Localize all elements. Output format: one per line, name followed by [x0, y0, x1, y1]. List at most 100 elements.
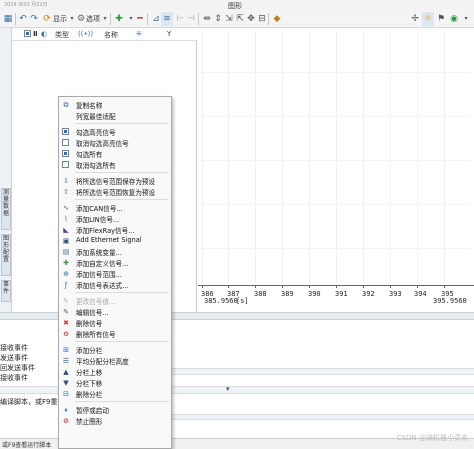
- redo-icon[interactable]: ↷: [28, 12, 40, 26]
- grid-line: [202, 32, 203, 283]
- menu-item-restore-preset[interactable]: ⇧ 将所选信号范围恢复为预设: [59, 186, 171, 197]
- menu-item-delete-signal[interactable]: ✖ 删除信号: [59, 317, 171, 328]
- ethernet-icon: ▣: [62, 237, 70, 245]
- menu-item-delete-column[interactable]: ⊟ 删除分栏: [59, 388, 171, 399]
- menu-item-add-lin-signal[interactable]: ⌇ 添加LIN信号...: [59, 213, 171, 224]
- menu-item-delete-all-signals[interactable]: ⊖ 删除所有信号: [59, 328, 171, 339]
- menu-item-label: 分栏上移: [76, 369, 103, 377]
- chevron-down-icon[interactable]: ▾: [226, 385, 230, 393]
- menu-item-move-column-up[interactable]: ▲ 分栏上移: [59, 366, 171, 377]
- menu-separator: [75, 172, 169, 173]
- menu-item-fit-columns[interactable]: 列宽最佳适配: [59, 110, 171, 121]
- toolbar: ▦ ↶ ↷ ⟳ 显示 ▾ ⚙ 选项 ▾ ✚ ▾ ━ ⊿ ≋ ⊢ ⊣ ⇹ ⇕ ⇲ …: [0, 10, 474, 28]
- chart-area[interactable]: [198, 28, 474, 312]
- x-tick-mark: [336, 285, 337, 288]
- menu-item-move-column-down[interactable]: ▼ 分栏下移: [59, 377, 171, 388]
- measure-icon[interactable]: ⊟: [256, 12, 268, 26]
- menu-item-check-all[interactable]: 勾选所有: [59, 148, 171, 159]
- status-text: 或F9查看运行脚本: [2, 442, 52, 449]
- add-icon[interactable]: ✚: [113, 12, 125, 26]
- event-item[interactable]: 发送事件: [0, 353, 28, 363]
- checkbox-unchecked-icon: [62, 161, 69, 168]
- event-item[interactable]: 回发送事件: [0, 363, 35, 373]
- restore-preset-icon: ⇧: [63, 188, 69, 196]
- menu-separator: [75, 199, 169, 200]
- menu-item-save-preset[interactable]: ⇩ 将所选信号范围保存为预设: [59, 175, 171, 186]
- node-icon: ⁜: [136, 30, 142, 38]
- options-menu-button[interactable]: 选项: [86, 12, 100, 26]
- multi-axis-icon[interactable]: ≋: [161, 12, 173, 26]
- menu-item-disable-graph[interactable]: ⊘ 禁止图形: [59, 415, 171, 426]
- menu-item-label: 禁止图形: [76, 418, 103, 426]
- grid-line: [444, 32, 445, 283]
- scroll-strip[interactable]: [172, 414, 474, 420]
- tab-graph-config[interactable]: 图形配置: [1, 234, 11, 276]
- chevron-down-icon[interactable]: ▾: [460, 12, 472, 26]
- menu-item-label: Add Ethernet Signal: [76, 236, 142, 244]
- menu-item-distribute-columns[interactable]: ☰ 平均分配分栏高度: [59, 355, 171, 366]
- x-tick-mark: [417, 285, 418, 288]
- menu-item-add-signal-expression[interactable]: ƒ 添加信号表达式...: [59, 279, 171, 290]
- event-item[interactable]: 接收事件: [0, 343, 28, 353]
- menu-item-add-can-signal[interactable]: ∿ 添加CAN信号...: [59, 202, 171, 213]
- x-tick-mark: [202, 285, 203, 288]
- menu-item-add-ethernet-signal[interactable]: ▣ Add Ethernet Signal: [59, 235, 171, 246]
- crosshair-icon[interactable]: ✢: [409, 12, 421, 26]
- scroll-strip[interactable]: [172, 368, 474, 375]
- menu-item-add-flexray-signal[interactable]: ◣ 添加FlexRay信号...: [59, 224, 171, 235]
- menu-item-label: 添加CAN信号...: [76, 205, 123, 213]
- menu-item-edit-signal[interactable]: ✎ 编辑信号...: [59, 306, 171, 317]
- tab-events[interactable]: 事件: [1, 280, 11, 302]
- column-y[interactable]: Y: [167, 30, 171, 38]
- menu-item-copy-name[interactable]: ⧉ 复制名称: [59, 99, 171, 110]
- can-icon: ∿: [63, 204, 69, 212]
- copy-icon: ⧉: [63, 101, 69, 109]
- menu-item-add-system-variable[interactable]: ▤ 添加系统变量...: [59, 246, 171, 257]
- column-type[interactable]: 类型: [55, 30, 69, 40]
- settings-icon[interactable]: ☼: [422, 12, 434, 26]
- grid-icon[interactable]: ▦: [2, 12, 14, 26]
- checkbox-checked-icon: [62, 128, 69, 135]
- menu-item-uncheck-all[interactable]: 取消勾选所有: [59, 159, 171, 170]
- pause-icon: ⏸: [64, 406, 68, 414]
- menu-item-label: 平均分配分栏高度: [76, 358, 129, 366]
- checkbox-checked-icon: [62, 150, 69, 157]
- menu-item-add-column[interactable]: ⊞ 添加分栏: [59, 344, 171, 355]
- flag-icon[interactable]: ⚑: [435, 12, 447, 26]
- watermark: CSDN @骑机器小菜鸟: [396, 434, 468, 442]
- menu-item-label: 添加自定义信号...: [76, 260, 129, 268]
- marker-icon[interactable]: ◆: [271, 12, 283, 26]
- color-icon: ◐: [41, 30, 48, 38]
- tab-measure-data[interactable]: 测量数据: [1, 188, 11, 230]
- delete-icon: ✖: [63, 319, 69, 327]
- menu-separator: [75, 123, 169, 124]
- column-name[interactable]: 名称: [104, 30, 118, 40]
- cursor-b-icon[interactable]: ⊣: [185, 12, 197, 26]
- save-preset-icon: ⇩: [63, 177, 69, 185]
- menu-item-add-signal-range[interactable]: ⊕ 添加信号范围...: [59, 268, 171, 279]
- grid-line: [200, 204, 470, 205]
- menu-item-pause-resume[interactable]: ⏸ 暂停或启动: [59, 404, 171, 415]
- display-menu-button[interactable]: 显示: [53, 12, 67, 26]
- remove-icon[interactable]: ━: [134, 12, 146, 26]
- refresh-icon[interactable]: ⟳: [41, 12, 53, 26]
- select-all-checkbox[interactable]: [24, 30, 31, 37]
- menu-item-label: 勾选所有: [76, 151, 103, 159]
- grid-line: [390, 32, 391, 283]
- context-menu: ⧉ 复制名称 列宽最佳适配 勾选高亮信号 取消勾选高亮信号 勾选所有 取消勾选所…: [58, 96, 172, 449]
- menu-item-label: 删除所有信号: [76, 331, 116, 339]
- menu-item-label: 取消勾选高亮信号: [76, 140, 129, 148]
- menu-item-label: 更改信号值...: [76, 298, 116, 306]
- x-tick-mark: [228, 285, 229, 288]
- event-item[interactable]: 接收事件: [0, 373, 28, 383]
- checkbox-unchecked-icon: [62, 139, 69, 146]
- line-icon: Ⅱ: [33, 30, 38, 38]
- x-tick-mark: [363, 285, 364, 288]
- menu-item-add-custom-signal[interactable]: ✚ 添加自定义信号...: [59, 257, 171, 268]
- menu-item-uncheck-highlighted[interactable]: 取消勾选高亮信号: [59, 137, 171, 148]
- menu-item-check-highlighted[interactable]: 勾选高亮信号: [59, 126, 171, 137]
- menu-item-label: 删除信号: [76, 320, 103, 328]
- time-range-bar: 385.9560 [s] 395.9560: [198, 296, 474, 308]
- grid-line: [417, 32, 418, 283]
- help-icon[interactable]: ◉: [448, 12, 460, 26]
